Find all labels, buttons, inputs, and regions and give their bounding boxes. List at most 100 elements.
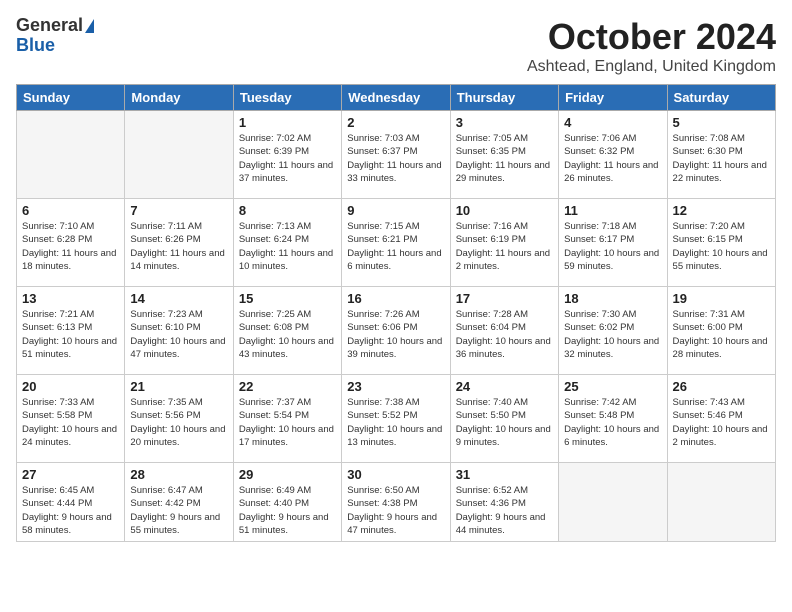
calendar-cell: 7 Sunrise: 7:11 AMSunset: 6:26 PMDaylight…: [125, 199, 233, 287]
calendar-cell: 19 Sunrise: 7:31 AMSunset: 6:00 PMDayligh…: [667, 287, 775, 375]
calendar-cell: 11Sunrise: 7:18 AMSunset: 6:17 PMDayligh…: [559, 199, 667, 287]
calendar-cell: [667, 463, 775, 542]
day-number: 10: [456, 203, 553, 218]
day-info: Sunrise: 7:26 AMSunset: 6:06 PMDaylight:…: [347, 308, 444, 361]
day-number: 11: [564, 203, 661, 218]
calendar-cell: [559, 463, 667, 542]
calendar-cell: 27 Sunrise: 6:45 AMSunset: 4:44 PMDayligh…: [17, 463, 125, 542]
day-info: Sunrise: 6:52 AMSunset: 4:36 PMDaylight:…: [456, 484, 553, 537]
calendar-cell: 17 Sunrise: 7:28 AMSunset: 6:04 PMDayligh…: [450, 287, 558, 375]
day-number: 4: [564, 115, 661, 130]
day-header-monday: Monday: [125, 85, 233, 111]
day-info: Sunrise: 7:38 AMSunset: 5:52 PMDaylight:…: [347, 396, 444, 449]
day-info: Sunrise: 6:50 AMSunset: 4:38 PMDaylight:…: [347, 484, 444, 537]
day-number: 1: [239, 115, 336, 130]
calendar-cell: 2 Sunrise: 7:03 AMSunset: 6:37 PMDaylight…: [342, 111, 450, 199]
day-number: 8: [239, 203, 336, 218]
day-header-wednesday: Wednesday: [342, 85, 450, 111]
day-info: Sunrise: 6:45 AMSunset: 4:44 PMDaylight:…: [22, 484, 119, 537]
day-info: Sunrise: 7:15 AMSunset: 6:21 PMDaylight:…: [347, 220, 444, 273]
day-number: 7: [130, 203, 227, 218]
day-info: Sunrise: 7:02 AMSunset: 6:39 PMDaylight:…: [239, 132, 336, 185]
calendar-cell: 18 Sunrise: 7:30 AMSunset: 6:02 PMDayligh…: [559, 287, 667, 375]
day-number: 17: [456, 291, 553, 306]
calendar-cell: 20 Sunrise: 7:33 AMSunset: 5:58 PMDayligh…: [17, 375, 125, 463]
day-info: Sunrise: 7:31 AMSunset: 6:00 PMDaylight:…: [673, 308, 770, 361]
day-number: 24: [456, 379, 553, 394]
day-number: 21: [130, 379, 227, 394]
day-number: 5: [673, 115, 770, 130]
day-info: Sunrise: 7:35 AMSunset: 5:56 PMDaylight:…: [130, 396, 227, 449]
day-info: Sunrise: 7:25 AMSunset: 6:08 PMDaylight:…: [239, 308, 336, 361]
calendar-cell: 25 Sunrise: 7:42 AMSunset: 5:48 PMDayligh…: [559, 375, 667, 463]
day-number: 22: [239, 379, 336, 394]
day-info: Sunrise: 7:37 AMSunset: 5:54 PMDaylight:…: [239, 396, 336, 449]
day-number: 19: [673, 291, 770, 306]
day-number: 27: [22, 467, 119, 482]
calendar-cell: 24 Sunrise: 7:40 AMSunset: 5:50 PMDayligh…: [450, 375, 558, 463]
day-info: Sunrise: 7:33 AMSunset: 5:58 PMDaylight:…: [22, 396, 119, 449]
title-block: October 2024 Ashtead, England, United Ki…: [527, 16, 776, 76]
day-info: Sunrise: 7:10 AMSunset: 6:28 PMDaylight:…: [22, 220, 119, 273]
day-number: 18: [564, 291, 661, 306]
day-header-tuesday: Tuesday: [233, 85, 341, 111]
day-number: 28: [130, 467, 227, 482]
day-info: Sunrise: 6:47 AMSunset: 4:42 PMDaylight:…: [130, 484, 227, 537]
day-info: Sunrise: 7:03 AMSunset: 6:37 PMDaylight:…: [347, 132, 444, 185]
calendar-cell: 8Sunrise: 7:13 AMSunset: 6:24 PMDaylight…: [233, 199, 341, 287]
day-header-thursday: Thursday: [450, 85, 558, 111]
calendar-cell: [125, 111, 233, 199]
day-info: Sunrise: 7:30 AMSunset: 6:02 PMDaylight:…: [564, 308, 661, 361]
day-header-friday: Friday: [559, 85, 667, 111]
logo-text: General: [16, 16, 94, 36]
month-title: October 2024: [527, 16, 776, 58]
logo-blue-text: Blue: [16, 35, 55, 55]
day-number: 3: [456, 115, 553, 130]
day-number: 13: [22, 291, 119, 306]
calendar-cell: 1 Sunrise: 7:02 AMSunset: 6:39 PMDaylight…: [233, 111, 341, 199]
day-info: Sunrise: 7:06 AMSunset: 6:32 PMDaylight:…: [564, 132, 661, 185]
calendar-cell: 26Sunrise: 7:43 AMSunset: 5:46 PMDayligh…: [667, 375, 775, 463]
day-info: Sunrise: 7:42 AMSunset: 5:48 PMDaylight:…: [564, 396, 661, 449]
day-header-saturday: Saturday: [667, 85, 775, 111]
day-info: Sunrise: 7:28 AMSunset: 6:04 PMDaylight:…: [456, 308, 553, 361]
day-info: Sunrise: 7:21 AMSunset: 6:13 PMDaylight:…: [22, 308, 119, 361]
calendar-cell: 14 Sunrise: 7:23 AMSunset: 6:10 PMDayligh…: [125, 287, 233, 375]
day-info: Sunrise: 7:05 AMSunset: 6:35 PMDaylight:…: [456, 132, 553, 185]
day-info: Sunrise: 7:20 AMSunset: 6:15 PMDaylight:…: [673, 220, 770, 273]
day-number: 16: [347, 291, 444, 306]
calendar-cell: 9Sunrise: 7:15 AMSunset: 6:21 PMDaylight…: [342, 199, 450, 287]
calendar-cell: 4 Sunrise: 7:06 AMSunset: 6:32 PMDaylight…: [559, 111, 667, 199]
calendar-cell: 3 Sunrise: 7:05 AMSunset: 6:35 PMDaylight…: [450, 111, 558, 199]
location: Ashtead, England, United Kingdom: [527, 58, 776, 76]
calendar-cell: 12Sunrise: 7:20 AMSunset: 6:15 PMDayligh…: [667, 199, 775, 287]
calendar-cell: 16 Sunrise: 7:26 AMSunset: 6:06 PMDayligh…: [342, 287, 450, 375]
day-number: 15: [239, 291, 336, 306]
day-number: 30: [347, 467, 444, 482]
day-number: 23: [347, 379, 444, 394]
day-info: Sunrise: 7:16 AMSunset: 6:19 PMDaylight:…: [456, 220, 553, 273]
calendar-cell: 21 Sunrise: 7:35 AMSunset: 5:56 PMDayligh…: [125, 375, 233, 463]
day-info: Sunrise: 7:08 AMSunset: 6:30 PMDaylight:…: [673, 132, 770, 185]
day-info: Sunrise: 7:40 AMSunset: 5:50 PMDaylight:…: [456, 396, 553, 449]
calendar-cell: 22 Sunrise: 7:37 AMSunset: 5:54 PMDayligh…: [233, 375, 341, 463]
day-number: 25: [564, 379, 661, 394]
logo: General Blue: [16, 16, 94, 56]
day-info: Sunrise: 7:11 AMSunset: 6:26 PMDaylight:…: [130, 220, 227, 273]
day-number: 6: [22, 203, 119, 218]
calendar-cell: 13 Sunrise: 7:21 AMSunset: 6:13 PMDayligh…: [17, 287, 125, 375]
day-number: 31: [456, 467, 553, 482]
day-number: 2: [347, 115, 444, 130]
day-info: Sunrise: 7:43 AMSunset: 5:46 PMDaylight:…: [673, 396, 770, 449]
calendar-cell: 28 Sunrise: 6:47 AMSunset: 4:42 PMDayligh…: [125, 463, 233, 542]
day-info: Sunrise: 7:23 AMSunset: 6:10 PMDaylight:…: [130, 308, 227, 361]
page-header: General Blue October 2024 Ashtead, Engla…: [16, 16, 776, 76]
day-number: 29: [239, 467, 336, 482]
calendar-cell: 29Sunrise: 6:49 AMSunset: 4:40 PMDayligh…: [233, 463, 341, 542]
calendar-cell: 5 Sunrise: 7:08 AMSunset: 6:30 PMDaylight…: [667, 111, 775, 199]
calendar-cell: 6 Sunrise: 7:10 AMSunset: 6:28 PMDaylight…: [17, 199, 125, 287]
day-number: 20: [22, 379, 119, 394]
calendar-cell: [17, 111, 125, 199]
day-number: 14: [130, 291, 227, 306]
calendar-cell: 31 Sunrise: 6:52 AMSunset: 4:36 PMDayligh…: [450, 463, 558, 542]
